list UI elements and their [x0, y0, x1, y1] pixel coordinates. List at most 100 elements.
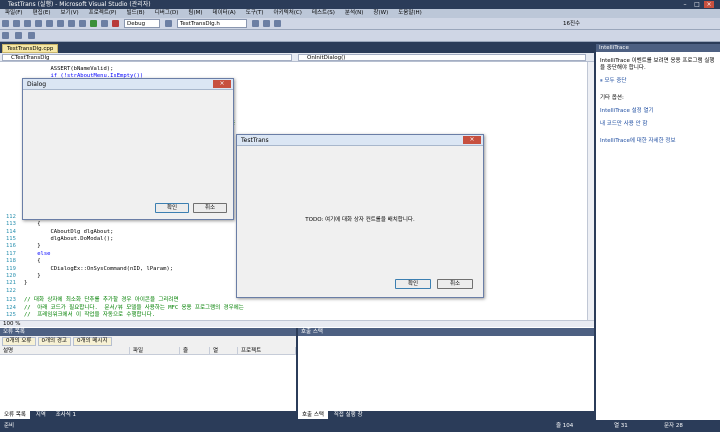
intellitrace-panel: IntelliTrace IntelliTrace 이벤트를 보려면 응용 프로…: [596, 44, 720, 420]
toolbox-icon[interactable]: [274, 20, 281, 27]
method-combo[interactable]: OnInitDialog(): [298, 54, 586, 61]
break-all-label: 모두 중단: [604, 78, 627, 84]
line-number: 114: [6, 228, 16, 235]
editor-navigation-bar: CTestTransDlg OnInitDialog(): [0, 53, 594, 62]
code-line: 125 // 프레임워크에서 이 작업을 자동으로 수행합니다.: [6, 310, 586, 318]
code-line: 124// 아래 코드가 필요합니다. 문서/뷰 모델을 사용하는 MFC 응용…: [6, 303, 586, 311]
line-number: 117: [6, 250, 16, 257]
col-line[interactable]: 줄: [180, 347, 210, 354]
error-list-header: 오류 목록: [0, 328, 296, 336]
config-combo[interactable]: Debug: [124, 19, 160, 28]
step-out-icon[interactable]: [27, 32, 35, 39]
toolbar: Debug TestTransDlg.h 16진수: [0, 18, 720, 30]
save-icon[interactable]: [24, 20, 31, 27]
zoom-level[interactable]: 100 %: [3, 321, 20, 328]
undo-icon[interactable]: [68, 20, 75, 27]
cut-icon[interactable]: [35, 20, 42, 27]
filter-messages-button[interactable]: 0개의 메시지: [73, 337, 112, 346]
new-project-icon[interactable]: [2, 20, 9, 27]
menu-item[interactable]: 테스트(S): [312, 9, 335, 18]
solution-explorer-icon[interactable]: [252, 20, 259, 27]
dialog-ok-button[interactable]: 확인: [155, 203, 189, 213]
hex-toggle[interactable]: 16진수: [563, 18, 580, 30]
todo-message: TODO: 여기에 대화 상자 컨트롤을 배치합니다.: [305, 217, 415, 223]
testtrans-cancel-button[interactable]: 취소: [437, 279, 473, 289]
menu-item[interactable]: 팀(M): [188, 9, 202, 18]
minimize-button[interactable]: –: [680, 1, 690, 8]
testtrans-title: TestTrans: [241, 137, 269, 144]
class-combo[interactable]: CTestTransDlg: [2, 54, 292, 61]
status-line: 줄 104: [556, 423, 574, 429]
just-my-code-link[interactable]: 내 코드만 사용 안 함: [600, 121, 716, 128]
copy-icon[interactable]: [46, 20, 53, 27]
filter-errors-button[interactable]: 0개의 오류: [2, 337, 36, 346]
testtrans-close-button[interactable]: ×: [463, 136, 481, 144]
menu-item[interactable]: 보기(V): [60, 9, 78, 18]
line-number: 119: [6, 265, 16, 272]
error-filters: 0개의 오류 0개의 경고 0개의 메시지: [0, 336, 296, 347]
code-text: }: [24, 243, 41, 250]
paste-icon[interactable]: [57, 20, 64, 27]
menu-item[interactable]: 분석(N): [345, 9, 364, 18]
menu-item[interactable]: 도구(T): [246, 9, 264, 18]
callstack-tabs: 호출 스택 직접 실행 창: [298, 411, 594, 420]
properties-icon[interactable]: [263, 20, 270, 27]
continue-icon[interactable]: [90, 20, 97, 27]
line-number: 121: [6, 280, 16, 287]
col-project[interactable]: 프로젝트: [238, 347, 296, 354]
code-text: CAboutDlg dlgAbout;: [24, 228, 114, 235]
menu-item[interactable]: 빌드(B): [127, 9, 145, 18]
tab-error-list[interactable]: 오류 목록: [0, 411, 30, 419]
code-text: else: [24, 250, 51, 257]
pause-icon[interactable]: [101, 20, 108, 27]
status-char: 문자 28: [664, 423, 683, 429]
open-icon[interactable]: [13, 20, 20, 27]
menu-item[interactable]: 편집(E): [33, 9, 51, 18]
menu-item[interactable]: 파일(F): [5, 9, 23, 18]
code-text: }: [24, 272, 41, 279]
file-combo[interactable]: TestTransDlg.h: [177, 19, 247, 28]
intellitrace-info-link[interactable]: IntelliTrace에 대한 자세한 정보: [600, 138, 716, 145]
line-number: 116: [6, 243, 16, 250]
dialog-cancel-button[interactable]: 취소: [193, 203, 227, 213]
editor-horizontal-scrollbar[interactable]: 100 %: [0, 320, 594, 327]
close-button[interactable]: ×: [704, 1, 714, 8]
stop-icon[interactable]: [112, 20, 119, 27]
code-text: }: [24, 280, 28, 287]
menu-item[interactable]: 창(W): [373, 9, 388, 18]
intellitrace-settings-link[interactable]: IntelliTrace 설정 열기: [600, 108, 716, 115]
tab-locals[interactable]: 지역: [32, 411, 50, 419]
editor-vertical-scrollbar[interactable]: [587, 62, 594, 320]
code-text: {: [24, 221, 41, 228]
callstack-panel: [298, 336, 594, 420]
line-number: 122: [6, 287, 16, 294]
tab-call-stack[interactable]: 호출 스택: [298, 411, 328, 419]
dialog-window: Dialog × 확인 취소: [22, 78, 234, 220]
col-file[interactable]: 파일: [130, 347, 180, 354]
step-over-icon[interactable]: [14, 32, 22, 39]
menu-item[interactable]: 도움말(H): [398, 9, 422, 18]
testtrans-title-bar: TestTrans ×: [237, 135, 483, 146]
testtrans-ok-button[interactable]: 확인: [395, 279, 431, 289]
dialog-title-bar: Dialog ×: [23, 79, 233, 90]
debug-toolbar: [0, 30, 720, 42]
col-column[interactable]: 열: [210, 347, 238, 354]
break-all-link[interactable]: ⏸ 모두 중단: [600, 78, 716, 85]
menu-item[interactable]: 디버그(D): [155, 9, 179, 18]
menu-item[interactable]: 아키텍처(C): [274, 9, 302, 18]
find-icon[interactable]: [165, 20, 172, 27]
maximize-button[interactable]: □: [692, 1, 702, 8]
tab-immediate[interactable]: 직접 실행 창: [330, 411, 367, 419]
tab-watch1[interactable]: 조사식 1: [52, 411, 80, 419]
redo-icon[interactable]: [79, 20, 86, 27]
menu-bar: 파일(F) 편집(E) 보기(V) 프로젝트(P) 빌드(B) 디버그(D) 팀(M) 데이터…: [0, 9, 720, 18]
tab-testtransdlg-cpp[interactable]: TestTransDlg.cpp: [2, 44, 59, 53]
step-into-icon[interactable]: [2, 32, 9, 39]
menu-item[interactable]: 프로젝트(P): [89, 9, 117, 18]
filter-warnings-button[interactable]: 0개의 경고: [37, 337, 71, 346]
dialog-close-button[interactable]: ×: [213, 80, 231, 88]
col-description[interactable]: 설명: [0, 347, 130, 354]
menu-item[interactable]: 데이터(A): [213, 9, 236, 18]
code-text: ASSERT(bNameValid);: [24, 66, 114, 72]
dialog-title: Dialog: [27, 81, 47, 88]
